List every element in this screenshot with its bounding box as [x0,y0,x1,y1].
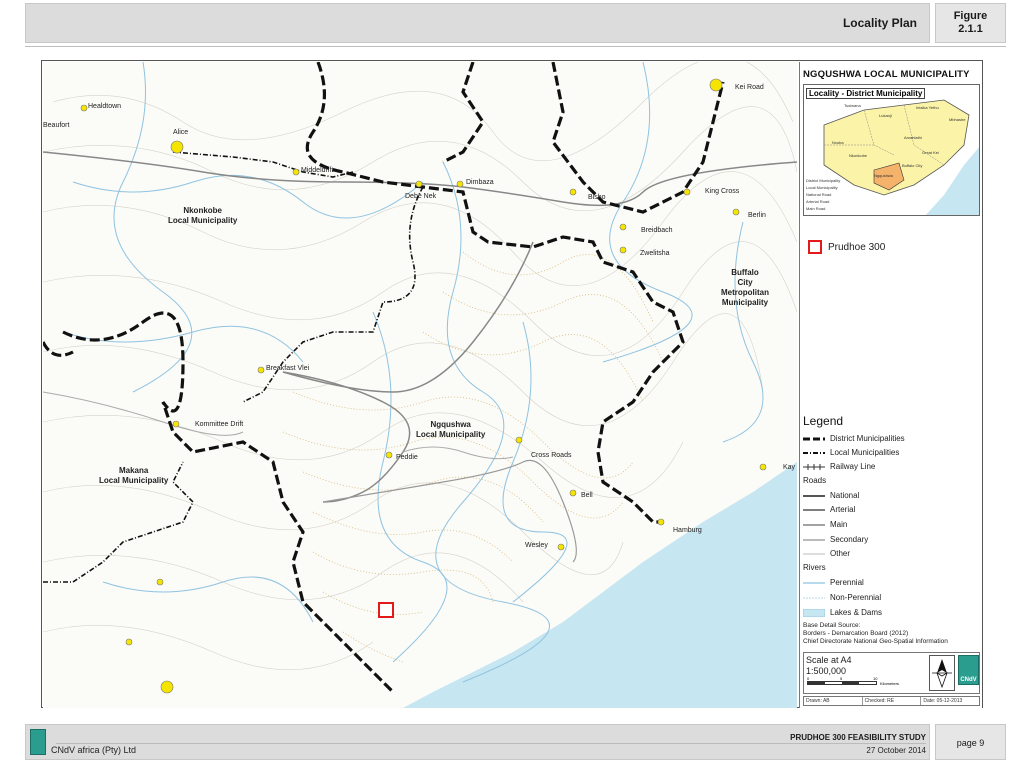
inset-place-label: Nkonkobe [849,153,868,158]
inset-title: Locality - District Municipality [806,88,926,99]
legend-item-arterial: Arterial [803,505,856,514]
legend-item-lakes: Lakes & Dams [803,606,882,619]
place-label: Cross Roads [531,452,572,459]
inset-map[interactable]: Locality - District Municipality Tsolwan… [803,84,980,216]
footer-divider [56,743,926,744]
map-frame: Healdtown Alice Beaufort Middeldrift Deb… [41,60,983,708]
scale-title: Scale at A4 [806,655,852,665]
scale-bar [807,681,877,685]
site-key-label: Prudhoe 300 [828,242,886,253]
prudhoe-300-site [378,602,394,618]
study-title: PRUDHOE 300 FEASIBILITY STUDY [790,733,926,742]
map-graphics [43,62,797,708]
map-side-panel: NGQUSHWA LOCAL MUNICIPALITY Locality - D… [799,62,982,708]
place-label: Middeldrift [301,167,334,174]
checked-by: Checked: RE [863,697,922,705]
place-label: King Cross [705,188,740,195]
legend-item-perennial: Perennial [803,578,864,587]
place-label: Breakfast Vlei [266,365,310,372]
figure-label: Figure [953,10,988,22]
panel-title: NGQUSHWA LOCAL MUNICIPALITY [803,69,970,80]
place-label: Debe Nek [405,193,437,200]
scale-unit: Kilometers [880,681,899,686]
place-label: Peddie [396,454,418,461]
figure-number: 2.1.1 [958,23,983,35]
report-date: 27 October 2014 [866,746,926,755]
legend-rivers-title: Rivers [803,563,826,572]
place-label: Dimbaza [466,179,494,186]
inset-legend: District Municipality Local Municipality… [806,178,841,211]
place-label: Hamburg [673,527,702,534]
inset-place-label: Tsolwana [844,103,861,108]
place-label: Healdtown [88,103,122,110]
place-label: Berlin [748,212,766,219]
inset-place-label: Mbhashe [949,117,966,122]
inset-place-label: Lukanji [879,113,892,118]
scale-ratio: 1:500,000 [806,666,847,676]
place-label: Kommittee Drift [195,421,244,428]
legend-item-local: Local Municipalities [803,448,900,457]
company-name: CNdV africa (Pty) Ltd [51,745,137,755]
inset-place-label: Intsika Yethu [916,105,939,110]
map-canvas[interactable]: Healdtown Alice Beaufort Middeldrift Deb… [43,62,797,708]
place-label: Bell [581,492,593,499]
footer-bar: CNdV africa (Pty) Ltd PRUDHOE 300 FEASIB… [25,724,930,760]
place-label: Alice [173,129,189,136]
inset-place-label: Buffalo City [902,163,923,168]
legend-item-secondary: Secondary [803,535,869,544]
place-label: Wesley [525,542,548,549]
header-bar: Locality Plan [25,3,930,43]
legend-item-non-perennial: Non-Perennial [803,593,882,602]
scale-text: Scale at A4 1:500,000 [806,655,852,677]
inset-place-label: Great Kei [922,150,939,155]
legend-item-national: National [803,491,860,500]
municipality-label-ngqushwa: Ngqushwa Local Municipality [416,420,486,439]
source-note: Base Detail Source: Borders - Demarcatio… [803,622,948,645]
ocean [403,462,797,708]
figure-number-box: Figure 2.1.1 [935,3,1006,43]
legend-roads-title: Roads [803,476,827,485]
place-label: Bisho [588,194,606,201]
page-number: page 9 [935,724,1006,760]
scale-tick: 0 [807,676,810,681]
site-key-square [808,240,822,254]
inset-place-label: Nxuba [832,140,844,145]
place-label: Beaufort [43,122,70,129]
municipality-label-makana: Makana Local Municipality [99,466,169,485]
drawing-meta: Drawn: AB Checked: RE Date: 05-12-2013 [803,696,980,706]
legend-item-railway: Railway Line [803,462,876,471]
scale-box: Scale at A4 1:500,000 0 5 10 Kilometers … [803,652,980,694]
drawn-by: Drawn: AB [804,697,863,705]
scale-tick: 10 [873,676,878,681]
cndv-logo-icon: CNdV [958,655,979,685]
municipality-label-nkonkobe: Nkonkobe Local Municipality [168,206,238,225]
place-label: Zwelitsha [640,250,670,257]
inset-place-label: Amahlathi [904,135,922,140]
north-arrow-icon [929,655,955,691]
place-label: Kei Road [735,84,764,91]
place-label: Breidbach [641,227,673,234]
inset-place-label: Ngqushwa [874,173,893,178]
legend-item-district: District Municipalities [803,434,905,443]
municipality-label-buffalo-city: Buffalo City Metropolitan Municipality [721,268,769,307]
page-title: Locality Plan [842,16,917,30]
drawing-date: Date: 05-12-2013 [923,698,963,704]
company-logo-icon [30,729,46,755]
place-label: Kay [783,464,796,471]
legend-title: Legend [803,414,844,428]
scale-tick: 5 [840,676,843,681]
header-divider [25,46,1006,47]
legend-item-main: Main [803,520,848,529]
legend-item-other: Other [803,549,851,558]
